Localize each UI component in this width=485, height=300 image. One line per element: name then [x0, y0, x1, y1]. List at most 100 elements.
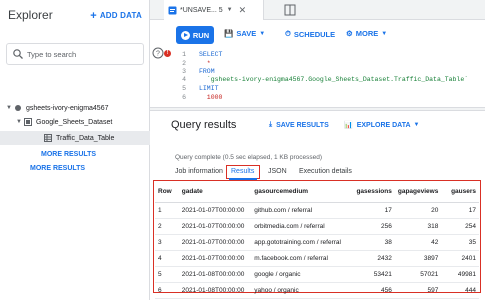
code-line[interactable]: FROM	[199, 68, 215, 75]
table-cell: 597	[394, 282, 442, 299]
table-cell: 444	[441, 282, 479, 299]
tab-execution-details[interactable]: Execution details	[299, 168, 352, 175]
column-header: gausers	[441, 181, 479, 203]
table-icon	[44, 134, 52, 142]
dataset-icon	[24, 118, 32, 126]
table-cell: 57021	[394, 266, 442, 283]
panel-divider[interactable]	[150, 107, 485, 111]
column-header: Row	[155, 181, 179, 203]
chevron-down-icon: ▼	[259, 30, 266, 37]
table-row[interactable]: 4 2021-01-07T00:00:00 m.facebook.com / ref…	[155, 250, 479, 267]
line-number: 3	[182, 68, 186, 75]
tree-item-project[interactable]: ▼ gsheets-ivory-enigma4567	[6, 104, 109, 112]
more-label: MORE	[355, 29, 379, 38]
table-row[interactable]: 1 2021-01-07T00:00:00 github.com / referra…	[155, 202, 479, 219]
table-cell: 42	[394, 234, 442, 251]
download-icon: ⤓	[269, 121, 273, 128]
chevron-down-icon: ▼	[381, 30, 388, 37]
table-cell: 2021-01-07T00:00:00	[178, 202, 252, 219]
save-label: SAVE	[236, 29, 257, 38]
explore-data-button[interactable]: 📊 EXPLORE DATA ▼	[344, 121, 420, 130]
code-line[interactable]: LIMIT	[199, 85, 219, 92]
plus-icon: +	[90, 10, 97, 22]
column-header: gadate	[178, 181, 252, 203]
tab-json[interactable]: JSON	[268, 168, 287, 175]
close-icon[interactable]: ✕	[239, 5, 247, 16]
query-results-title: Query results	[171, 119, 237, 131]
project-name: gsheets-ivory-enigma4567	[26, 104, 109, 112]
add-data-button[interactable]: + ADD DATA	[90, 9, 142, 22]
caret-down-icon: ▼	[16, 119, 22, 125]
table-cell: 20	[394, 202, 442, 219]
save-button[interactable]: 💾 SAVE ▼	[224, 29, 265, 38]
code-line[interactable]: `gsheets-ivory-enigma4567.Google_Sheets_…	[199, 76, 468, 83]
tree-item-dataset[interactable]: ▼ Google_Sheets_Dataset	[16, 118, 112, 126]
explorer-panel: Explorer +ADD DATA ▼ gsheets-ivory-enigm…	[0, 0, 150, 300]
table-cell: 2021-01-08T00:00:00	[178, 282, 252, 299]
table-cell: google / organic	[251, 266, 354, 283]
save-icon: 💾	[224, 29, 234, 38]
code-line[interactable]: SELECT	[199, 51, 222, 58]
table-row[interactable]: 2 2021-01-07T00:00:00 orbitmedia.com / ref…	[155, 218, 479, 235]
editor-tab[interactable]: *UNSAVE... 5 ▼ ✕	[164, 0, 264, 20]
table-cell: m.facebook.com / referral	[251, 250, 354, 267]
table-cell: 2021-01-07T00:00:00	[178, 234, 252, 251]
split-view-icon[interactable]	[280, 0, 300, 20]
more-results-link-tables[interactable]: MORE RESULTS	[41, 151, 96, 158]
table-cell: orbitmedia.com / referral	[251, 218, 354, 235]
table-cell: 38	[353, 234, 395, 251]
table-cell: 17	[441, 202, 479, 219]
table-row[interactable]: 5 2021-01-08T00:00:00 google / organic 5342…	[155, 266, 479, 283]
line-number: 6	[182, 94, 186, 101]
table-cell: 2432	[353, 250, 395, 267]
gear-icon: ⚙	[346, 29, 353, 38]
search-input[interactable]	[27, 48, 139, 61]
chart-icon: 📊	[344, 122, 353, 129]
search-icon	[13, 49, 23, 59]
table-cell: 254	[441, 218, 479, 235]
table-cell: 35	[441, 234, 479, 251]
table-cell: 1	[155, 202, 179, 219]
query-icon	[168, 6, 177, 14]
table-cell: github.com / referral	[251, 202, 354, 219]
table-cell: yahoo / organic	[251, 282, 354, 299]
table-cell: 318	[394, 218, 442, 235]
column-header: gapageviews	[394, 181, 442, 203]
chevron-down-icon[interactable]: ▼	[227, 7, 233, 13]
tree-item-table[interactable]: Traffic_Data_Table	[44, 134, 114, 142]
more-results-link-datasets[interactable]: MORE RESULTS	[30, 165, 85, 172]
table-name: Traffic_Data_Table	[56, 134, 115, 142]
table-cell: 4	[155, 250, 179, 267]
table-cell: 256	[353, 218, 395, 235]
table-row[interactable]: 3 2021-01-07T00:00:00 app.gototraining.com…	[155, 234, 479, 251]
column-header: gasessions	[353, 181, 395, 203]
save-results-button[interactable]: ⤓ SAVE RESULTS	[269, 121, 329, 129]
tab-job-information[interactable]: Job information	[175, 168, 223, 175]
chevron-down-icon: ▼	[413, 122, 420, 128]
results-table: Row gadate gasourcemedium gasessions gap…	[155, 181, 479, 299]
code-line[interactable]: *	[199, 60, 211, 67]
table-cell: 17	[353, 202, 395, 219]
run-label: RUN	[192, 30, 210, 40]
schedule-button[interactable]: ⏱ SCHEDULE	[285, 29, 335, 39]
table-row[interactable]: 6 2021-01-08T00:00:00 yahoo / organic 456 59…	[155, 282, 479, 299]
play-icon	[180, 30, 190, 40]
table-cell: 456	[353, 282, 395, 299]
more-button[interactable]: ⚙ MORE ▼	[346, 29, 387, 38]
line-number: 5	[182, 85, 186, 92]
dataset-name: Google_Sheets_Dataset	[36, 118, 113, 126]
table-cell: 49981	[441, 266, 479, 283]
error-icon[interactable]: !	[164, 50, 171, 57]
table-cell: 6	[155, 282, 179, 299]
run-button[interactable]: RUN	[176, 26, 214, 44]
caret-down-icon: ▼	[6, 105, 12, 111]
help-icon[interactable]: ?	[152, 47, 164, 59]
search-box[interactable]	[6, 43, 144, 65]
schedule-label: SCHEDULE	[293, 29, 336, 39]
tab-label: *UNSAVE... 5	[180, 6, 223, 14]
code-line[interactable]: 1000	[199, 94, 223, 101]
table-header-row: Row gadate gasourcemedium gasessions gap…	[155, 181, 479, 203]
project-icon	[15, 105, 21, 111]
tab-results[interactable]: Results	[231, 168, 254, 175]
table-cell: 2021-01-07T00:00:00	[178, 250, 252, 267]
